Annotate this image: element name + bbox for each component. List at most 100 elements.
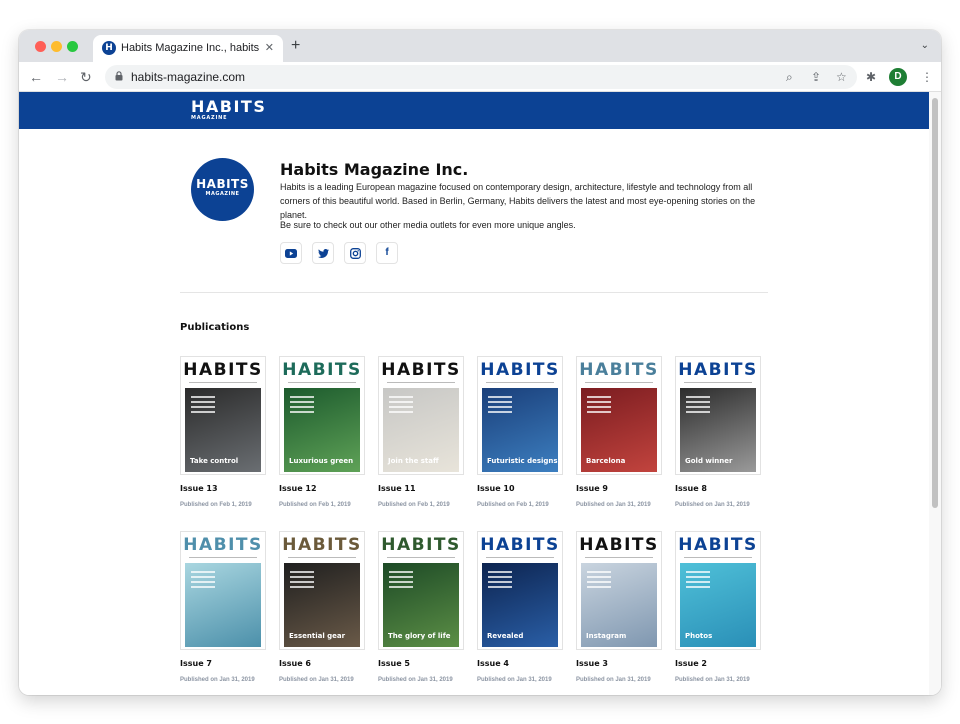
cover-teaser-lines — [290, 396, 314, 416]
publication-card[interactable]: HABITS Issue 7 Published on Jan 31, 2019 — [180, 531, 266, 691]
minimize-window-button[interactable] — [51, 41, 62, 52]
publication-issue[interactable]: Issue 9 — [576, 484, 608, 493]
magazine-cover[interactable]: HABITS Essential gear — [279, 531, 365, 650]
publications-heading: Publications — [180, 322, 250, 333]
publication-card[interactable]: HABITS Gold winner Issue 8 Published on Jan… — [675, 356, 761, 516]
back-button[interactable]: ← — [29, 68, 43, 86]
zoom-icon[interactable]: ⌕ — [786, 69, 793, 85]
cover-photo: Revealed — [482, 563, 558, 647]
company-avatar: HABITS MAGAZINE — [191, 158, 254, 221]
magazine-cover[interactable]: HABITS Gold winner — [675, 356, 761, 475]
instagram-icon[interactable] — [344, 242, 366, 264]
tab-close-icon[interactable]: ✕ — [265, 41, 274, 55]
publication-date: Published on Feb 1, 2019 — [279, 502, 351, 508]
bookmark-star-icon[interactable]: ☆ — [836, 69, 847, 85]
facebook-icon[interactable]: f — [376, 242, 398, 264]
cover-masthead: HABITS — [282, 360, 362, 380]
publication-issue[interactable]: Issue 6 — [279, 659, 311, 668]
publication-card[interactable]: HABITS Take control Issue 13 Published on F… — [180, 356, 266, 516]
cover-photo: Essential gear — [284, 563, 360, 647]
publication-card[interactable]: HABITS Instagram Issue 3 Published on Jan 3… — [576, 531, 662, 691]
new-tab-button[interactable]: + — [291, 38, 300, 54]
magazine-cover[interactable]: HABITS Futuristic designs — [477, 356, 563, 475]
cover-rule — [387, 557, 455, 558]
publication-card[interactable]: HABITS Join the staff Issue 11 Published on… — [378, 356, 464, 516]
magazine-cover[interactable]: HABITS Luxurious green — [279, 356, 365, 475]
cover-masthead: HABITS — [480, 535, 560, 555]
twitter-icon[interactable] — [312, 242, 334, 264]
company-description: Habits is a leading European magazine fo… — [280, 182, 756, 220]
cover-masthead: HABITS — [678, 535, 758, 555]
publication-issue[interactable]: Issue 11 — [378, 484, 416, 493]
forward-button[interactable]: → — [55, 68, 69, 86]
maximize-window-button[interactable] — [67, 41, 78, 52]
cover-caption: Gold winner — [685, 457, 733, 465]
publication-date: Published on Jan 31, 2019 — [576, 502, 651, 508]
cover-masthead: HABITS — [579, 535, 659, 555]
cover-teaser-lines — [488, 571, 512, 591]
cover-caption: Photos — [685, 632, 713, 640]
profile-avatar[interactable]: D — [889, 68, 907, 86]
magazine-cover[interactable]: HABITS Revealed — [477, 531, 563, 650]
publication-card[interactable]: HABITS Barcelona Issue 9 Published on Jan 3… — [576, 356, 662, 516]
logo-main-text: HABITS — [191, 97, 267, 116]
publication-card[interactable]: HABITS Essential gear Issue 6 Published on … — [279, 531, 365, 691]
cover-photo: Futuristic designs — [482, 388, 558, 472]
browser-toolbar: ← → ↻ habits-magazine.com ⌕ ⇪ ☆ ✱ D ⋮ — [19, 62, 941, 92]
cover-rule — [585, 557, 653, 558]
publication-issue[interactable]: Issue 13 — [180, 484, 218, 493]
publication-date: Published on Jan 31, 2019 — [675, 677, 750, 683]
publication-card[interactable]: HABITS Luxurious green Issue 12 Published o… — [279, 356, 365, 516]
publication-card[interactable]: HABITS Photos Issue 2 Published on Jan 31, … — [675, 531, 761, 691]
magazine-cover[interactable]: HABITS Instagram — [576, 531, 662, 650]
reload-button[interactable]: ↻ — [80, 68, 92, 86]
browser-window: H Habits Magazine Inc., habits-m ✕ + ⌄ ←… — [19, 30, 941, 695]
close-window-button[interactable] — [35, 41, 46, 52]
cover-photo: Join the staff — [383, 388, 459, 472]
magazine-cover[interactable]: HABITS The glory of life — [378, 531, 464, 650]
publication-issue[interactable]: Issue 5 — [378, 659, 410, 668]
site-logo[interactable]: HABITS MAGAZINE — [191, 98, 266, 121]
more-menu-icon[interactable]: ⋮ — [921, 69, 933, 85]
favicon-icon: H — [102, 41, 116, 55]
cover-photo: Instagram — [581, 563, 657, 647]
publication-date: Published on Jan 31, 2019 — [477, 677, 552, 683]
publication-date: Published on Feb 1, 2019 — [180, 502, 252, 508]
cover-teaser-lines — [389, 396, 413, 416]
cover-rule — [189, 382, 257, 383]
tab-search-chevron-icon[interactable]: ⌄ — [921, 40, 929, 51]
page-scrollbar[interactable] — [929, 92, 941, 695]
cover-rule — [585, 382, 653, 383]
publication-issue[interactable]: Issue 7 — [180, 659, 212, 668]
publication-card[interactable]: HABITS Revealed Issue 4 Published on Jan 31… — [477, 531, 563, 691]
magazine-cover[interactable]: HABITS Photos — [675, 531, 761, 650]
cover-caption: Barcelona — [586, 457, 626, 465]
magazine-cover[interactable]: HABITS — [180, 531, 266, 650]
scrollbar-thumb[interactable] — [932, 98, 938, 508]
address-bar[interactable]: habits-magazine.com ⌕ ⇪ ☆ — [105, 65, 857, 89]
cover-rule — [486, 557, 554, 558]
publication-card[interactable]: HABITS The glory of life Issue 5 Published … — [378, 531, 464, 691]
publication-issue[interactable]: Issue 4 — [477, 659, 509, 668]
browser-tab[interactable]: H Habits Magazine Inc., habits-m ✕ — [93, 35, 283, 62]
magazine-cover[interactable]: HABITS Join the staff — [378, 356, 464, 475]
cover-masthead: HABITS — [579, 360, 659, 380]
cover-masthead: HABITS — [381, 535, 461, 555]
magazine-cover[interactable]: HABITS Barcelona — [576, 356, 662, 475]
publication-issue[interactable]: Issue 8 — [675, 484, 707, 493]
extensions-icon[interactable]: ✱ — [866, 69, 876, 85]
cover-teaser-lines — [587, 396, 611, 416]
publication-issue[interactable]: Issue 10 — [477, 484, 515, 493]
cover-caption: Revealed — [487, 632, 524, 640]
share-icon[interactable]: ⇪ — [811, 69, 821, 85]
cover-teaser-lines — [191, 571, 215, 591]
youtube-icon[interactable] — [280, 242, 302, 264]
avatar-logo-main: HABITS — [196, 177, 249, 191]
publication-issue[interactable]: Issue 2 — [675, 659, 707, 668]
publication-issue[interactable]: Issue 3 — [576, 659, 608, 668]
cover-teaser-lines — [587, 571, 611, 591]
cover-caption: Instagram — [586, 632, 627, 640]
publication-issue[interactable]: Issue 12 — [279, 484, 317, 493]
magazine-cover[interactable]: HABITS Take control — [180, 356, 266, 475]
publication-card[interactable]: HABITS Futuristic designs Issue 10 Publishe… — [477, 356, 563, 516]
